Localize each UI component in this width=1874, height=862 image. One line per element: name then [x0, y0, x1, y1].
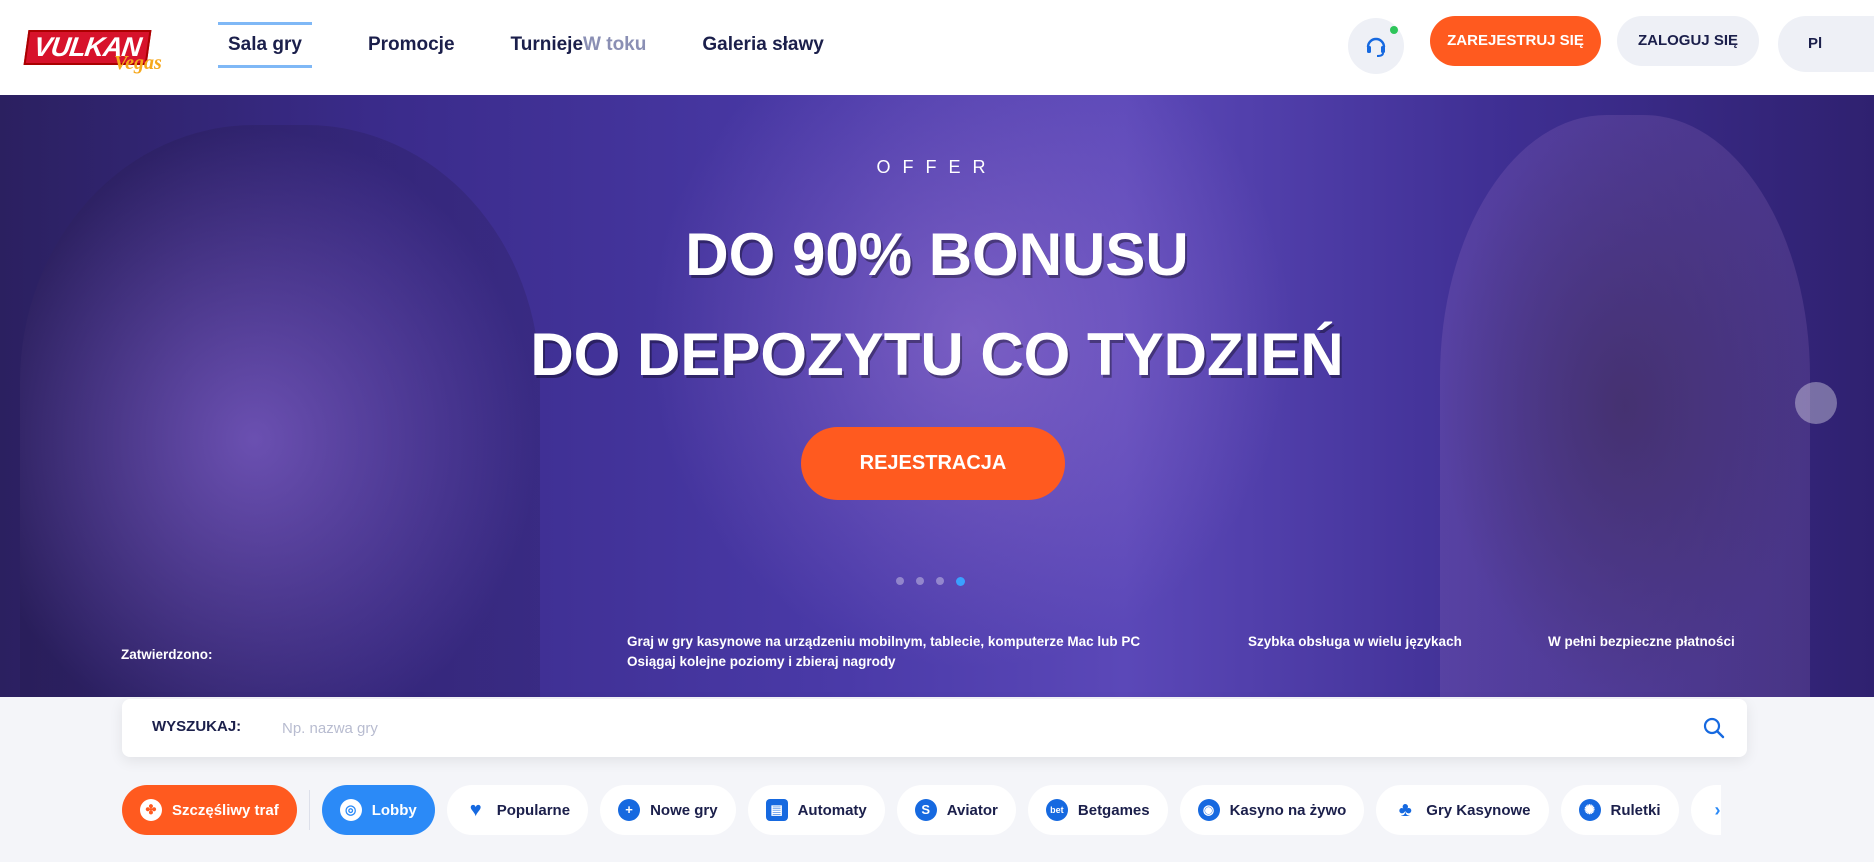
betgames-icon: bet	[1045, 799, 1068, 821]
main-nav: Sala gry Promocje TurniejeW toku Galeria…	[218, 22, 880, 68]
online-status-dot	[1390, 26, 1398, 34]
category-popularne[interactable]: ♥ Popularne	[446, 785, 589, 835]
category-label: Popularne	[496, 801, 571, 819]
category-label: Aviator	[946, 801, 998, 819]
search-input[interactable]	[282, 711, 1662, 745]
nav-turnieje[interactable]: TurniejeW toku	[511, 22, 647, 68]
category-lobby[interactable]: ◎ Lobby	[321, 785, 435, 835]
banner-cta-button[interactable]: REJESTRACJA	[801, 427, 1065, 500]
headset-icon	[1366, 37, 1386, 57]
promo-banner: OFFER DO 90% BONUSU DO DEPOZYTU CO TYDZI…	[0, 95, 1874, 697]
category-label: Betgames	[1077, 801, 1150, 819]
category-label: Ruletki	[1610, 801, 1661, 819]
nav-promocje[interactable]: Promocje	[368, 22, 455, 68]
category-szczesliwy-traf[interactable]: ✤ Szczęśliwy traf	[122, 785, 297, 835]
slider-dot[interactable]	[916, 577, 924, 585]
banner-title-line1: DO 90% BONUSU	[685, 221, 1189, 288]
feature-approved: Zatwierdzono:	[121, 647, 213, 662]
nav-turnieje-badge: W toku	[583, 34, 647, 55]
club-icon: ♣	[1398, 799, 1412, 821]
category-label: Kasyno na żywo	[1229, 801, 1347, 819]
feature-devices: Graj w gry kasynowe na urządzeniu mobiln…	[627, 632, 1140, 672]
feature-devices-line2: Osiągaj kolejne poziomy i zbieraj nagrod…	[627, 654, 896, 669]
nav-turnieje-label: Turnieje	[510, 34, 584, 55]
feature-payments: W pełni bezpieczne płatności	[1548, 634, 1735, 649]
category-automaty[interactable]: ▤ Automaty	[747, 785, 885, 835]
category-kasyno-na-zywo[interactable]: ◉ Kasyno na żywo	[1179, 785, 1365, 835]
live-casino-icon: ◉	[1197, 799, 1220, 821]
category-bar: ✤ Szczęśliwy traf ◎ Lobby ♥ Popularne + Nowe…	[122, 785, 1872, 835]
slider-dot[interactable]	[896, 577, 904, 585]
feature-languages: Szybka obsługa w wielu językach	[1248, 634, 1462, 649]
category-betgames[interactable]: bet Betgames	[1027, 785, 1168, 835]
feature-devices-line1: Graj w gry kasynowe na urządzeniu mobiln…	[627, 634, 1141, 649]
slider-dots	[896, 577, 965, 586]
banner-title-line2: DO DEPOZYTU CO TYDZIEŃ	[530, 321, 1344, 388]
category-label: Automaty	[797, 801, 867, 819]
banner-character-right	[1440, 115, 1810, 697]
search-bar: WYSZUKAJ:	[122, 699, 1747, 757]
slider-next-button[interactable]	[1795, 382, 1837, 424]
nav-galeria-slawy[interactable]: Galeria sławy	[702, 22, 823, 68]
plus-icon: +	[618, 799, 641, 821]
category-label: Nowe gry	[650, 801, 718, 819]
header: VULKAN Vegas Sala gry Promocje TurniejeW …	[0, 0, 1874, 95]
login-button[interactable]: ZALOGUJ SIĘ	[1617, 16, 1759, 66]
medal-icon: ◎	[339, 799, 362, 821]
scroll-right-button[interactable]: ›	[1690, 785, 1721, 835]
category-nowe-gry[interactable]: + Nowe gry	[600, 785, 736, 835]
category-aviator[interactable]: S Aviator	[896, 785, 1016, 835]
divider	[308, 790, 310, 830]
aviator-icon: S	[914, 799, 937, 821]
heart-icon: ♥	[469, 799, 482, 821]
slot-machine-icon: ▤	[765, 799, 788, 821]
register-button[interactable]: ZAREJESTRUJ SIĘ	[1430, 16, 1601, 66]
slider-dot-active[interactable]	[956, 577, 965, 586]
banner-character-left	[20, 125, 540, 697]
category-ruletki[interactable]: ✺ Ruletki	[1560, 785, 1679, 835]
language-selector[interactable]: Pl	[1778, 16, 1874, 72]
category-label: Lobby	[371, 801, 417, 819]
category-gry-kasynowe[interactable]: ♣ Gry Kasynowe	[1376, 785, 1549, 835]
nav-sala-gry[interactable]: Sala gry	[218, 22, 312, 68]
category-label: Gry Kasynowe	[1426, 801, 1531, 819]
logo[interactable]: VULKAN Vegas	[23, 22, 166, 78]
roulette-icon: ✺	[1578, 799, 1601, 821]
slider-dot[interactable]	[936, 577, 944, 585]
clover-icon: ✤	[140, 799, 162, 821]
category-label: Szczęśliwy traf	[172, 801, 279, 819]
search-icon[interactable]	[1703, 717, 1725, 739]
banner-background	[620, 95, 1320, 697]
support-chat-button[interactable]	[1348, 18, 1404, 74]
banner-kicker: OFFER	[876, 157, 998, 177]
search-label: WYSZUKAJ:	[152, 718, 242, 735]
